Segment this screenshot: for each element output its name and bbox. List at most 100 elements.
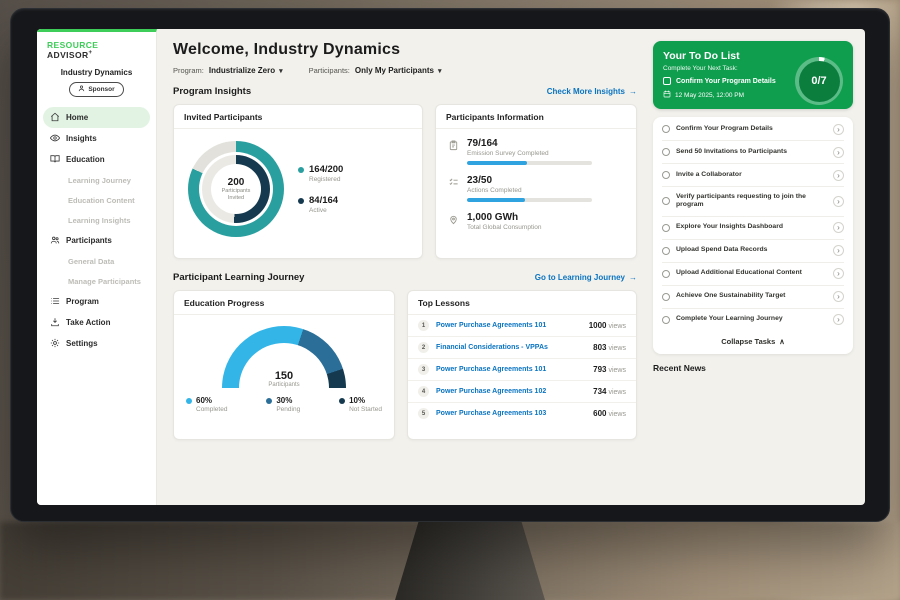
participants-select-value: Only My Participants (355, 66, 434, 75)
legend-pct: 10% (349, 396, 365, 405)
participants-select[interactable]: Only My Participants ▾ (355, 66, 442, 75)
sidebar-item-manage-participants[interactable]: Manage Participants (43, 271, 150, 291)
chevron-right-icon[interactable]: › (833, 170, 844, 181)
task-row[interactable]: Confirm Your Program Details › (662, 118, 844, 141)
sidebar-item-label: General Data (68, 257, 114, 266)
todo-panel: Your To Do List Complete Your Next Task:… (651, 29, 865, 505)
sidebar-item-general-data[interactable]: General Data (43, 251, 150, 271)
sidebar-item-participants[interactable]: Participants (43, 230, 150, 251)
chevron-right-icon[interactable]: › (833, 291, 844, 302)
legend-pct: 30% (276, 396, 292, 405)
section-title: Participant Learning Journey (173, 272, 304, 283)
check-more-insights-link[interactable]: Check More Insights → (547, 87, 637, 96)
sidebar-item-education[interactable]: Education (43, 149, 150, 170)
org-name: Industry Dynamics (37, 68, 156, 77)
chevron-right-icon[interactable]: › (833, 245, 844, 256)
sidebar-item-label: Insights (66, 134, 97, 143)
legend-item-completed: 60% Completed (186, 396, 227, 413)
legend-pct: 60% (196, 396, 212, 405)
download-icon (50, 317, 60, 329)
invited-participants-card: Invited Participants 200 Participants In… (173, 104, 423, 259)
todo-task-list: Confirm Your Program Details › Send 50 I… (653, 117, 853, 354)
chevron-right-icon[interactable]: › (833, 147, 844, 158)
sidebar-item-label: Education Content (68, 196, 135, 205)
sidebar-item-program[interactable]: Program (43, 291, 150, 312)
task-row[interactable]: Invite a Collaborator › (662, 164, 844, 187)
program-select-value: Industrialize Zero (209, 66, 275, 75)
chevron-right-icon[interactable]: › (833, 124, 844, 135)
collapse-tasks-link[interactable]: Collapse Tasks ∧ (662, 331, 844, 353)
task-checkbox[interactable] (662, 293, 670, 301)
legend-item-registered: 164/200 Registered (298, 164, 343, 183)
lesson-views: 803 (593, 343, 606, 352)
lesson-link[interactable]: Power Purchase Agreements 101 (436, 366, 593, 373)
donut-center-value: 200 (228, 177, 245, 188)
education-progress-gauge: 150 Participants (222, 326, 346, 388)
lesson-row: 3 Power Purchase Agreements 101 793views (408, 359, 636, 381)
participants-filter-label: Participants: (309, 66, 350, 75)
sidebar-item-learning-insights[interactable]: Learning Insights (43, 210, 150, 230)
go-to-learning-journey-link[interactable]: Go to Learning Journey → (535, 273, 637, 282)
stat-value: 79/164 (467, 138, 592, 149)
task-label: Complete Your Learning Journey (676, 315, 827, 324)
program-select[interactable]: Industrialize Zero ▾ (209, 66, 283, 75)
invited-participants-donut-chart: 200 Participants Invited (188, 141, 284, 237)
task-checkbox[interactable] (662, 125, 670, 133)
sidebar-item-home[interactable]: Home (43, 107, 150, 128)
logo-plus: + (89, 50, 93, 56)
lesson-views-suffix: views (608, 323, 626, 330)
sidebar-item-label: Take Action (66, 318, 110, 327)
legend-label: Completed (196, 406, 227, 413)
task-row[interactable]: Upload Additional Educational Content › (662, 263, 844, 286)
chevron-right-icon[interactable]: › (833, 222, 844, 233)
task-label: Explore Your Insights Dashboard (676, 223, 827, 232)
task-checkbox[interactable] (662, 224, 670, 232)
sidebar-item-insights[interactable]: Insights (43, 128, 150, 149)
task-checkbox[interactable] (662, 247, 670, 255)
gauge-center-label: Participants (222, 382, 346, 388)
sidebar-item-take-action[interactable]: Take Action (43, 312, 150, 333)
legend-item-active: 84/164 Active (298, 195, 343, 214)
sidebar-item-education-content[interactable]: Education Content (43, 190, 150, 210)
task-checkbox[interactable] (662, 270, 670, 278)
task-checkbox[interactable] (662, 148, 670, 156)
legend-dot (339, 398, 345, 404)
lesson-link[interactable]: Power Purchase Agreements 102 (436, 388, 593, 395)
sidebar-item-label: Manage Participants (68, 277, 141, 286)
task-checkbox[interactable] (662, 171, 670, 179)
sidebar-item-learning-journey[interactable]: Learning Journey (43, 170, 150, 190)
legend-label: Active (309, 207, 338, 214)
todo-progress-value: 0/7 (811, 75, 826, 87)
gauge-legend: 60% Completed 30% Pending 10% Not Starte… (174, 396, 394, 413)
task-checkbox[interactable] (662, 197, 670, 205)
lesson-views-suffix: views (608, 411, 626, 418)
chevron-right-icon[interactable]: › (833, 196, 844, 207)
task-label: Confirm Your Program Details (676, 125, 827, 134)
task-row[interactable]: Upload Spend Data Records › (662, 240, 844, 263)
sidebar-item-label: Education (66, 155, 105, 164)
sidebar-item-settings[interactable]: Settings (43, 333, 150, 354)
sidebar-item-label: Participants (66, 236, 112, 245)
task-row[interactable]: Achieve One Sustainability Target › (662, 286, 844, 309)
task-row[interactable]: Verify participants requesting to join t… (662, 187, 844, 217)
card-title: Participants Information (436, 105, 636, 129)
link-label: Check More Insights (547, 87, 625, 96)
chevron-down-icon: ▾ (438, 67, 442, 75)
lesson-link[interactable]: Power Purchase Agreements 101 (436, 322, 589, 329)
insights-cards-row: Invited Participants 200 Participants In… (173, 104, 637, 259)
pin-icon (448, 212, 459, 231)
lesson-views-suffix: views (608, 345, 626, 352)
chevron-right-icon[interactable]: › (833, 268, 844, 279)
lesson-views: 793 (593, 365, 606, 374)
task-row[interactable]: Complete Your Learning Journey › (662, 309, 844, 331)
task-checkbox[interactable] (662, 316, 670, 324)
next-task-checkbox[interactable] (663, 77, 671, 85)
task-row[interactable]: Send 50 Invitations to Participants › (662, 141, 844, 164)
chevron-right-icon[interactable]: › (833, 314, 844, 325)
stat-label: Actions Completed (467, 187, 592, 194)
task-row[interactable]: Explore Your Insights Dashboard › (662, 217, 844, 240)
lesson-row: 5 Power Purchase Agreements 103 600views (408, 403, 636, 424)
lesson-link[interactable]: Financial Considerations - VPPAs (436, 344, 593, 351)
checklist-icon (448, 175, 459, 202)
lesson-link[interactable]: Power Purchase Agreements 103 (436, 410, 593, 417)
